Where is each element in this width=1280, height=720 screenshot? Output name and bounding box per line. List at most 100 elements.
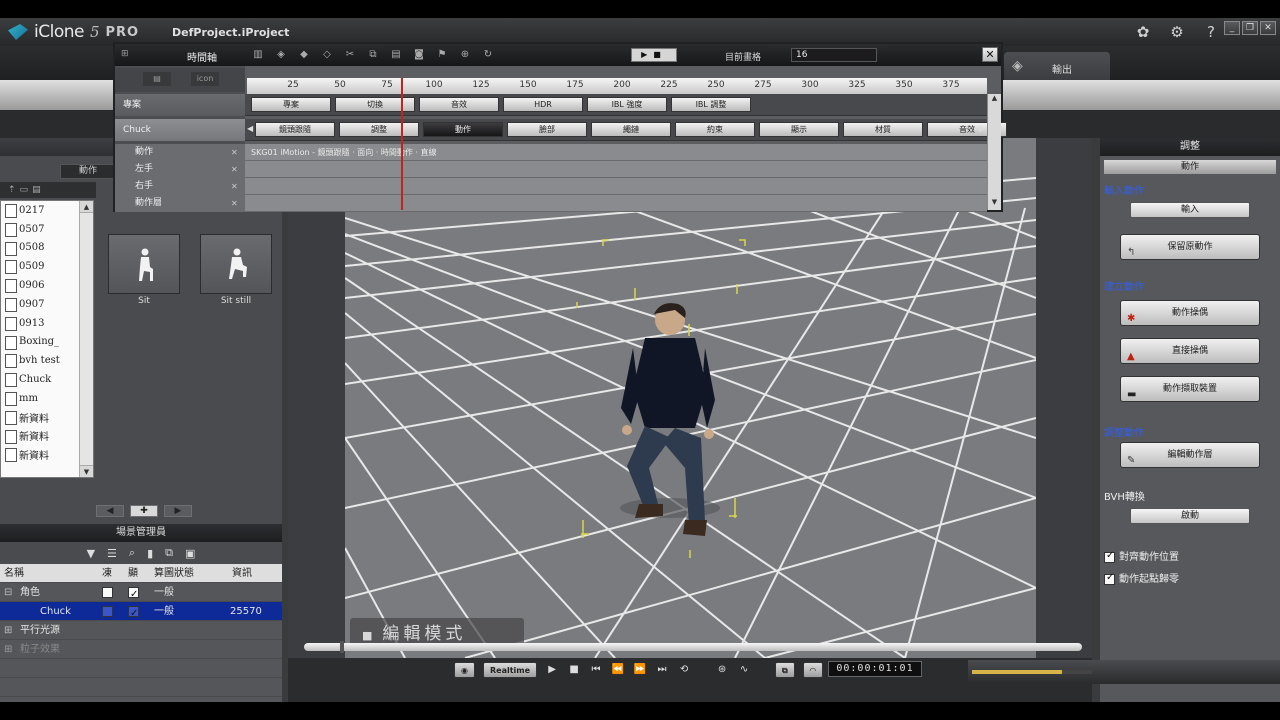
nav-back-button[interactable]: ◀ [96,505,124,517]
rewind-icon[interactable]: ⏪ [611,662,625,678]
track-tag[interactable]: 切換 [335,97,415,112]
track-sub-row[interactable]: 左手 ✕ [115,161,987,178]
snapshot-icon[interactable]: ◙ [412,48,426,62]
curve-icon[interactable]: ∿ [737,662,751,678]
new-folder-icon[interactable]: ▭ [20,182,29,198]
track-tag-active[interactable]: 動作 [423,122,503,137]
flag-icon[interactable]: ⚑ [435,48,449,62]
view-icon[interactable]: ▤ [32,182,41,198]
reset-motion-button[interactable]: ↰ 保留原動作 [1120,234,1260,260]
gauge-button[interactable]: ◠ [802,662,823,678]
edit-motion-layer-button[interactable]: ✎ 編輯動作層 [1120,442,1260,468]
timeline-close-button[interactable]: ✕ [982,47,998,62]
key-remove-icon[interactable]: ◇ [320,48,334,62]
remove-track-icon[interactable]: ✕ [231,195,238,212]
track-tag[interactable]: IBL 調整 [671,97,751,112]
nav-forward-button[interactable]: ▶ [164,505,192,517]
scrubber-handle[interactable] [339,641,344,653]
folder-scrollbar[interactable]: ▲ ▼ [79,201,93,477]
stop-icon[interactable]: ■ [567,662,581,678]
timeline-titlebar[interactable]: ⊞ 時間軸 ▥ ◈ ◆ ◇ ✂ ⧉ ▤ ◙ ⚑ ⊕ ↻ ▶■ 目前畫格 16 ✕ [115,44,1001,66]
loop-origin-checkbox[interactable] [1104,572,1115,585]
group-icon[interactable]: ▣ [185,547,195,560]
next-key-icon[interactable]: ⏭ [655,662,669,678]
tab-motion[interactable]: 動作 [60,164,116,179]
align-motion-checkbox-row[interactable]: 對齊動作位置 [1104,548,1179,563]
expand-icon[interactable]: ⊞ [4,640,18,659]
track-tag[interactable]: 專案 [251,97,331,112]
folder-tree[interactable]: 0217 0507 0508 0509 0906 0907 0913 Boxing_ bvh t… [0,200,94,478]
track-sub-row[interactable]: 右手 ✕ [115,178,987,195]
track-tag[interactable]: 約束 [675,122,755,137]
prev-key-icon[interactable]: ⏮ [589,662,603,678]
current-frame-input[interactable]: 16 [791,48,877,62]
timeline-header-tab[interactable]: icon [191,72,219,86]
timeline-playhead[interactable] [401,78,403,210]
direct-puppet-button[interactable]: ▲ 直接操偶 [1120,338,1260,364]
track-icon[interactable]: ▥ [251,48,265,62]
track-tag[interactable]: 鏡頭跟隨 [255,122,335,137]
timeline-vscrollbar[interactable]: ▲ ▼ [987,94,1001,210]
loop-icon[interactable]: ↻ [481,48,495,62]
track-tag[interactable]: 臉部 [507,122,587,137]
remove-track-icon[interactable]: ✕ [231,178,238,195]
copy-icon[interactable]: ⧉ [366,48,380,62]
link-icon[interactable]: ⧉ [165,546,173,560]
import-button[interactable]: 輸入 [1130,202,1250,218]
preview-button[interactable]: ⧉ [775,662,795,678]
motion-clip[interactable]: SKG01 iMotion - 鏡頭跟隨 · 面向 · 時間動作 · 直線 [251,144,436,161]
timeline-scrubber[interactable] [304,641,1082,653]
fast-forward-icon[interactable]: ⏩ [633,662,647,678]
scroll-left-arrow[interactable]: ◀ [247,124,253,133]
visible-checkbox[interactable] [128,585,139,602]
search-icon[interactable]: ⌕ [129,546,135,560]
remove-track-icon[interactable]: ✕ [231,144,238,161]
track-tag[interactable]: 音效 [419,97,499,112]
table-row[interactable]: ⊟ 角色 一般 [0,583,282,602]
track-tag[interactable]: 顯示 [759,122,839,137]
key-add-icon[interactable]: ◆ [297,48,311,62]
track-sub-row[interactable]: 動作層 ✕ [115,195,987,212]
key-icon[interactable]: ◈ [274,48,288,62]
scroll-down-arrow[interactable]: ▼ [988,198,1001,210]
track-tag[interactable]: 調整 [339,122,419,137]
track-sub-row[interactable]: 動作 ✕ SKG01 iMotion - 鏡頭跟隨 · 面向 · 時間動作 · 直線 [115,144,987,161]
motion-puppet-button[interactable]: ✱ 動作操偶 [1120,300,1260,326]
track-tag[interactable]: 繩鏈 [591,122,671,137]
close-window-button[interactable]: ✕ [1260,21,1276,35]
motion-thumbnail-sit-still[interactable] [200,234,272,294]
timeline-ruler[interactable]: 25 50 75 100 125 150 175 200 225 250 275 300 325 350 3… [247,78,987,94]
scroll-up-arrow[interactable]: ▲ [80,201,93,213]
freeze-checkbox[interactable] [102,586,113,598]
online-resources-icon[interactable]: ✿ [1134,23,1152,41]
timeline-grip-icon[interactable]: ⊞ [121,49,129,59]
filter-icon[interactable]: ▼ [87,547,95,560]
visible-checkbox[interactable] [128,604,139,621]
nav-add-button[interactable]: ✚ [130,505,158,517]
loop-icon[interactable]: ⟲ [677,662,691,678]
track-tag[interactable]: 材質 [843,122,923,137]
freeze-checkbox[interactable] [102,605,113,617]
scroll-down-arrow[interactable]: ▼ [80,465,93,477]
delete-icon[interactable]: ▮ [147,547,153,560]
align-motion-checkbox[interactable] [1104,550,1115,563]
expand-icon[interactable]: ⊞ [4,621,18,640]
track-row-chuck[interactable]: Chuck ◀ 鏡頭跟隨 調整 動作 臉部 繩鏈 約束 顯示 材質 音效 ▶ [115,119,1007,141]
hierarchy-icon[interactable]: ☰ [107,547,117,560]
collapse-icon[interactable]: ⊟ [4,583,18,602]
camera-icon[interactable]: ⊛ [715,662,729,678]
minimize-button[interactable]: _ [1224,21,1240,35]
paste-icon[interactable]: ▤ [389,48,403,62]
loop-origin-checkbox-row[interactable]: 動作起點歸零 [1104,570,1179,585]
realtime-button[interactable]: Realtime [482,662,538,678]
track-tag[interactable]: HDR [503,97,583,112]
mocap-device-button[interactable]: ▬ 動作擷取裝置 [1120,376,1260,402]
timeline-play-button[interactable]: ▶■ [631,48,677,62]
table-row[interactable]: ⊞ 粒子效果 [0,640,282,659]
table-row[interactable]: ⊞ 平行光源 [0,621,282,640]
scroll-up-arrow[interactable]: ▲ [988,94,1001,106]
restore-button[interactable]: ❐ [1242,21,1258,35]
bvh-launch-button[interactable]: 啟動 [1130,508,1250,524]
folder-up-icon[interactable]: ⇡ [8,182,16,198]
gear-icon[interactable]: ⚙ [1168,23,1186,41]
